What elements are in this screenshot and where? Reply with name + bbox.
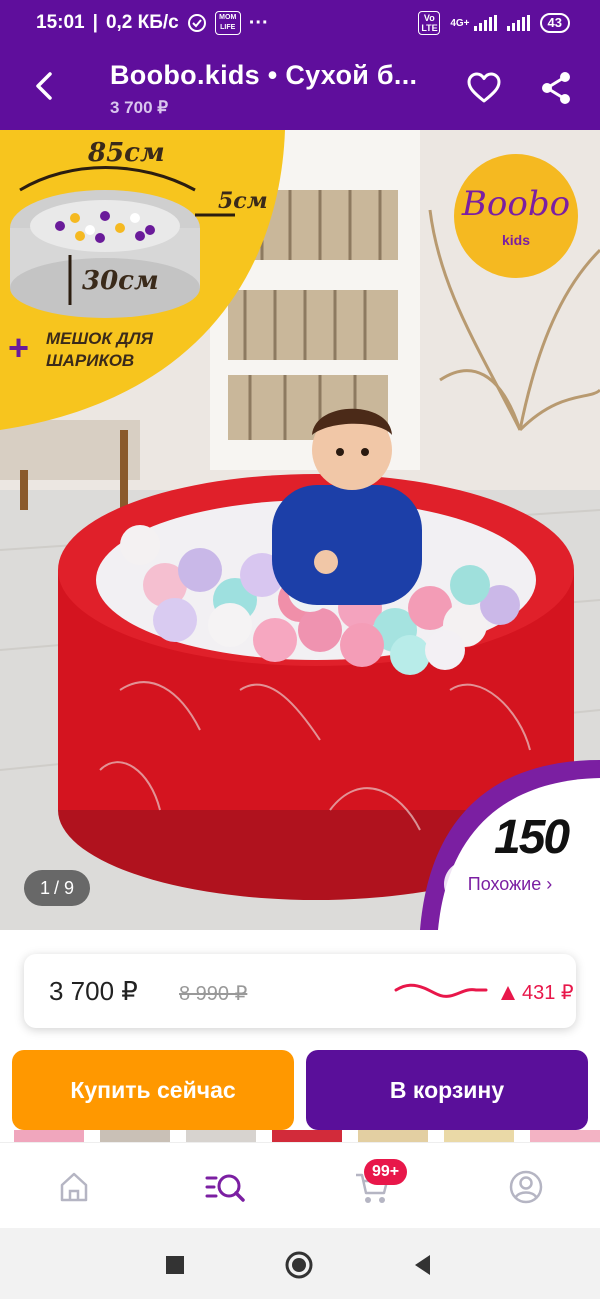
dimension-thickness: 5см xyxy=(218,188,268,214)
check-circle-icon xyxy=(187,14,206,32)
promo-number: 150 xyxy=(494,811,570,864)
back-system-button[interactable] xyxy=(408,1250,438,1280)
status-more: ··· xyxy=(248,11,269,34)
product-top-bar: Boobo.kids • Сухой б... 3 700 ₽ xyxy=(0,46,600,130)
bag-note-line1: МЕШОК ДЛЯ xyxy=(46,329,153,348)
add-to-cart-button[interactable]: В корзину xyxy=(306,1050,588,1130)
circle-icon xyxy=(285,1251,313,1279)
status-bar: 15:01 | 0,2 КБ/с MOM LIFE ··· Vo LTE 4G+… xyxy=(0,0,600,46)
bag-note-line2: ШАРИКОВ xyxy=(46,351,135,370)
network-type: 4G+ xyxy=(450,17,470,29)
brand-logo: Boobo kids xyxy=(454,154,578,278)
volte-icon: Vo LTE xyxy=(418,11,441,35)
buy-now-button[interactable]: Купить сейчас xyxy=(12,1050,294,1130)
nav-catalog[interactable] xyxy=(204,1167,245,1207)
catalog-search-icon xyxy=(205,1174,245,1202)
cart-count-badge: 99+ xyxy=(364,1159,408,1185)
system-navigation-bar xyxy=(0,1228,600,1299)
signal-icon xyxy=(473,15,497,31)
dimension-height: 30см xyxy=(82,266,159,296)
triangle-up-icon xyxy=(501,985,515,1000)
price-change-value: 431 ₽ xyxy=(522,982,574,1004)
app-notification-icon: MOM LIFE xyxy=(214,11,241,35)
signal-icon-2 xyxy=(506,15,530,31)
home-icon xyxy=(60,1172,88,1202)
heart-icon xyxy=(467,72,501,103)
triangle-back-icon xyxy=(415,1255,430,1275)
status-divider: | xyxy=(92,12,98,33)
recent-apps-button[interactable] xyxy=(160,1250,190,1280)
image-counter-total: / 9 xyxy=(54,877,75,898)
image-counter: 1 / 9 xyxy=(24,870,90,906)
nav-profile[interactable] xyxy=(506,1167,546,1207)
price-change[interactable]: 431 ₽ xyxy=(500,980,574,1005)
plus-icon: + xyxy=(8,327,30,368)
back-arrow-icon xyxy=(36,72,52,100)
profile-icon xyxy=(509,1170,543,1204)
price-card: 3 700 ₽ 8 990 ₽ 431 ₽ xyxy=(24,954,576,1028)
favorite-button[interactable] xyxy=(466,70,502,106)
share-icon xyxy=(542,72,570,104)
status-speed: 0,2 КБ/с xyxy=(105,12,179,33)
recommendations-strip xyxy=(0,1130,600,1142)
square-icon xyxy=(166,1256,184,1274)
header-price: 3 700 ₽ xyxy=(110,98,169,117)
image-counter-current: 1 xyxy=(39,877,50,898)
bottom-navigation: 99+ xyxy=(0,1142,600,1228)
app-screen: 15:01 | 0,2 КБ/с MOM LIFE ··· Vo LTE 4G+… xyxy=(0,0,600,1299)
brand-logo-sub: kids xyxy=(501,232,530,248)
back-button[interactable] xyxy=(24,66,64,106)
status-time: 15:01 xyxy=(36,12,85,33)
nav-home[interactable] xyxy=(54,1167,94,1207)
price-trend-icon[interactable] xyxy=(394,976,488,1006)
old-price: 8 990 ₽ xyxy=(179,983,248,1005)
bag-note: МЕШОК ДЛЯ ШАРИКОВ xyxy=(46,328,153,372)
share-button[interactable] xyxy=(538,70,574,106)
page-title: Boobo.kids • Сухой б... xyxy=(110,60,418,90)
product-image-gallery[interactable]: 85см 5см 30см + МЕШОК ДЛЯ ШАРИКОВ Boobo … xyxy=(0,130,600,930)
battery-icon: 43 xyxy=(539,13,570,33)
current-price: 3 700 ₽ xyxy=(49,976,138,1006)
brand-logo-text: Boobo xyxy=(461,184,571,224)
dimension-width: 85см xyxy=(88,138,165,168)
similar-products-button[interactable]: Похожие › xyxy=(444,861,576,907)
home-system-button[interactable] xyxy=(284,1250,314,1280)
